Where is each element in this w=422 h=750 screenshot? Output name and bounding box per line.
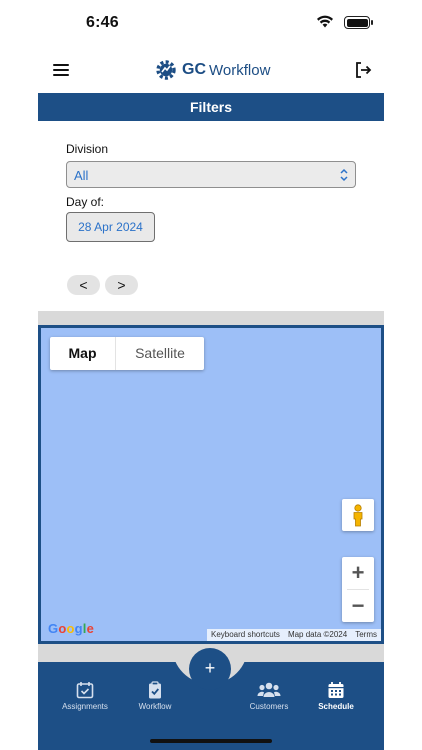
google-logo: Google [48,621,95,636]
bottom-navigation: + Assignments Workflow Customers Schedul… [38,646,384,750]
status-time: 6:46 [86,14,119,31]
map-frame: Map Satellite + − Google Keyboard shortc… [38,325,384,644]
calendar-grid-icon [328,682,344,698]
next-day-button[interactable]: > [105,275,138,295]
division-value: All [74,168,89,183]
keyboard-shortcuts-link[interactable]: Keyboard shortcuts [207,629,284,641]
brand-gc: GC [182,61,206,78]
tab-assignments[interactable]: Assignments [50,680,120,711]
division-label: Division [66,142,109,156]
tab-workflow[interactable]: Workflow [120,680,190,711]
clipboard-check-icon [149,681,161,699]
select-chevrons-icon [340,168,348,182]
date-picker[interactable]: 28 Apr 2024 [66,212,155,242]
brand-workflow: Workflow [209,61,271,79]
map-type-satellite-button[interactable]: Satellite [116,337,204,370]
tab-schedule-label: Schedule [318,702,354,711]
brand-logo: GC Workflow [154,57,270,83]
home-indicator [150,739,272,743]
wifi-icon [317,15,333,28]
calendar-check-icon [76,682,94,699]
phone-screen: 6:46 GC Workflow Filters Division All Da… [38,0,384,750]
map-type-map-button[interactable]: Map [50,337,116,370]
zoom-in-button[interactable]: + [342,557,374,589]
map-canvas[interactable]: Map Satellite + − Google Keyboard shortc… [41,328,381,641]
battery-icon [344,16,373,29]
map-type-toggle: Map Satellite [50,337,204,370]
app-header: GC Workflow [38,50,384,92]
map-data-text: Map data ©2024 [287,630,348,639]
tab-customers[interactable]: Customers [234,680,304,711]
filters-panel: Division All Day of: 28 Apr 2024 < > [38,121,384,311]
tab-assignments-label: Assignments [62,702,108,711]
section-divider [38,311,384,325]
zoom-controls: + − [342,557,374,622]
street-view-pegman[interactable] [342,499,374,531]
logout-icon[interactable] [354,61,372,79]
previous-day-button[interactable]: < [67,275,100,295]
day-label: Day of: [66,195,105,209]
filters-title: Filters [38,93,384,121]
tab-schedule[interactable]: Schedule [301,680,371,711]
pegman-icon [353,504,363,527]
map-attribution: Keyboard shortcuts Map data ©2024 Terms [207,629,381,641]
add-button[interactable]: + [189,648,231,690]
terms-link[interactable]: Terms [351,629,381,641]
status-bar: 6:46 [38,0,384,46]
tab-workflow-label: Workflow [138,702,172,711]
tab-customers-label: Customers [249,702,289,711]
gear-logo-icon [156,60,176,80]
division-select[interactable]: All [66,161,356,188]
menu-icon[interactable] [53,64,69,76]
zoom-out-button[interactable]: − [342,590,374,622]
users-icon [257,682,281,697]
